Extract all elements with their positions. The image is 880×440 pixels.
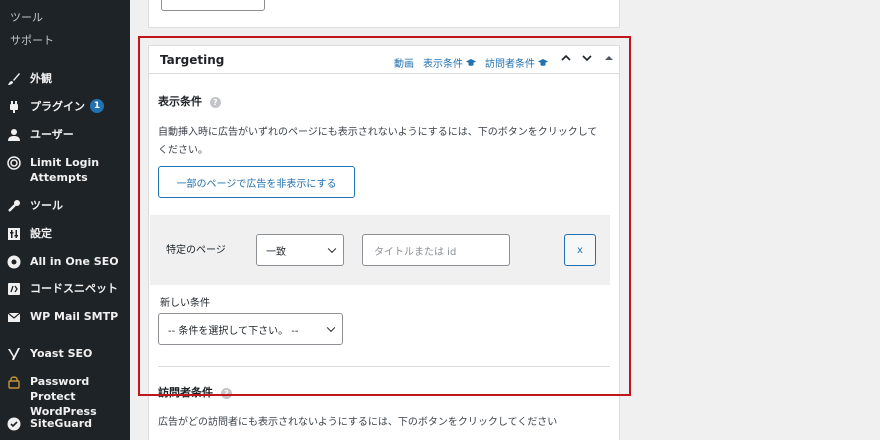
- previous-metabox-button[interactable]: [161, 0, 265, 11]
- new-condition-select-value: -- 条件を選択して下さい。 --: [168, 325, 299, 337]
- wrench-icon: [6, 198, 22, 214]
- page-title-input[interactable]: タイトルまたは id: [362, 234, 510, 266]
- submenu-item-support[interactable]: サポート: [10, 32, 54, 48]
- sidebar-item-label: コードスニペット: [30, 282, 118, 295]
- new-condition-label: 新しい条件: [160, 298, 210, 309]
- sidebar-item-label: ツール: [30, 199, 63, 212]
- visitor-conditions-heading: 訪問者条件 ?: [158, 384, 232, 400]
- siteguard-icon: [6, 416, 22, 432]
- sidebar-item-label: プラグイン: [30, 100, 85, 113]
- lock-icon: [6, 374, 22, 390]
- new-condition-select[interactable]: -- 条件を選択して下さい。 --: [158, 313, 343, 345]
- sidebar-item-plugins[interactable]: プラグイン 1: [0, 99, 130, 115]
- metabox-title: Targeting: [160, 53, 225, 67]
- sidebar-item-label: Password Protect WordPress: [30, 375, 97, 418]
- admin-sidebar: ツール サポート 外観 プラグイン 1 ユーザー Limit Login Att…: [0, 0, 130, 440]
- sidebar-item-limit-login[interactable]: Limit Login Attempts: [0, 155, 118, 185]
- sidebar-item-wp-mail-smtp[interactable]: WP Mail SMTP: [0, 309, 130, 325]
- sidebar-item-label: ユーザー: [30, 128, 74, 141]
- mail-icon: [6, 309, 22, 325]
- condition-row: 特定のページ 一致 タイトルまたは id x: [150, 215, 610, 285]
- targeting-metabox: Targeting 動画 表示条件 訪問者条件 表示条件 ? 自動挿入時に広告が…: [148, 45, 620, 440]
- sidebar-item-label: WP Mail SMTP: [30, 310, 119, 323]
- help-icon[interactable]: ?: [220, 387, 232, 399]
- user-icon: [6, 127, 22, 143]
- help-icon[interactable]: ?: [209, 96, 221, 108]
- sidebar-item-label: Limit Login Attempts: [30, 156, 100, 184]
- chevron-down-icon: [326, 323, 336, 333]
- code-snippets-icon: [6, 281, 22, 297]
- update-count-badge: 1: [90, 99, 104, 113]
- sidebar-item-tools[interactable]: ツール: [0, 198, 130, 214]
- match-type-select[interactable]: 一致: [256, 234, 344, 266]
- display-conditions-link[interactable]: 表示条件: [423, 55, 477, 70]
- remove-condition-button[interactable]: x: [564, 234, 596, 266]
- visitor-conditions-heading-label: 訪問者条件: [158, 386, 213, 399]
- sidebar-item-settings[interactable]: 設定: [0, 226, 130, 242]
- chevron-down-icon: [327, 244, 337, 254]
- sidebar-item-label: Yoast SEO: [30, 347, 93, 360]
- sidebar-item-aioseo[interactable]: All in One SEO: [0, 254, 130, 270]
- metabox-header: Targeting 動画 表示条件 訪問者条件: [149, 46, 619, 74]
- match-type-value: 一致: [266, 246, 286, 258]
- sidebar-item-appearance[interactable]: 外観: [0, 71, 130, 87]
- display-conditions-link-label: 表示条件: [423, 59, 463, 70]
- visitor-conditions-link-label: 訪問者条件: [485, 59, 535, 70]
- visitor-conditions-link[interactable]: 訪問者条件: [485, 55, 549, 70]
- move-down-icon[interactable]: [581, 52, 593, 67]
- hide-on-some-pages-button[interactable]: 一部のページで広告を非表示にする: [158, 166, 355, 198]
- sidebar-item-siteguard[interactable]: SiteGuard: [0, 416, 130, 432]
- display-conditions-heading: 表示条件 ?: [158, 93, 221, 109]
- yoast-icon: [6, 346, 22, 362]
- section-divider: [158, 366, 610, 367]
- submenu-item-tools[interactable]: ツール: [10, 9, 43, 25]
- settings-icon: [6, 226, 22, 242]
- paintbrush-icon: [6, 71, 22, 87]
- display-conditions-heading-label: 表示条件: [158, 95, 202, 108]
- move-up-icon[interactable]: [560, 52, 572, 67]
- aioseo-icon: [6, 254, 22, 270]
- previous-metabox: [148, 0, 620, 28]
- sidebar-item-label: SiteGuard: [30, 417, 92, 430]
- video-link[interactable]: 動画: [394, 55, 414, 70]
- graduation-cap-icon: [538, 59, 549, 70]
- display-conditions-description: 自動挿入時に広告がいずれのページにも表示されないようにするには、下のボタンをクリ…: [158, 127, 598, 156]
- fingerprint-icon: [6, 155, 22, 171]
- visitor-conditions-description: 広告がどの訪問者にも表示されないようにするには、下のボタンをクリックしてください: [158, 417, 558, 428]
- condition-type-label: 特定のページ: [166, 245, 226, 256]
- sidebar-item-yoast[interactable]: Yoast SEO: [0, 346, 130, 362]
- sidebar-item-label: 外観: [30, 72, 52, 85]
- graduation-cap-icon: [466, 59, 477, 70]
- sidebar-item-password-protect[interactable]: Password Protect WordPress: [0, 374, 128, 419]
- collapse-toggle-icon[interactable]: [604, 52, 614, 67]
- sidebar-item-label: All in One SEO: [30, 255, 119, 268]
- sidebar-item-code-snippets[interactable]: コードスニペット: [0, 281, 130, 297]
- plugin-icon: [6, 99, 22, 115]
- sidebar-item-label: 設定: [30, 227, 52, 240]
- sidebar-item-users[interactable]: ユーザー: [0, 127, 130, 143]
